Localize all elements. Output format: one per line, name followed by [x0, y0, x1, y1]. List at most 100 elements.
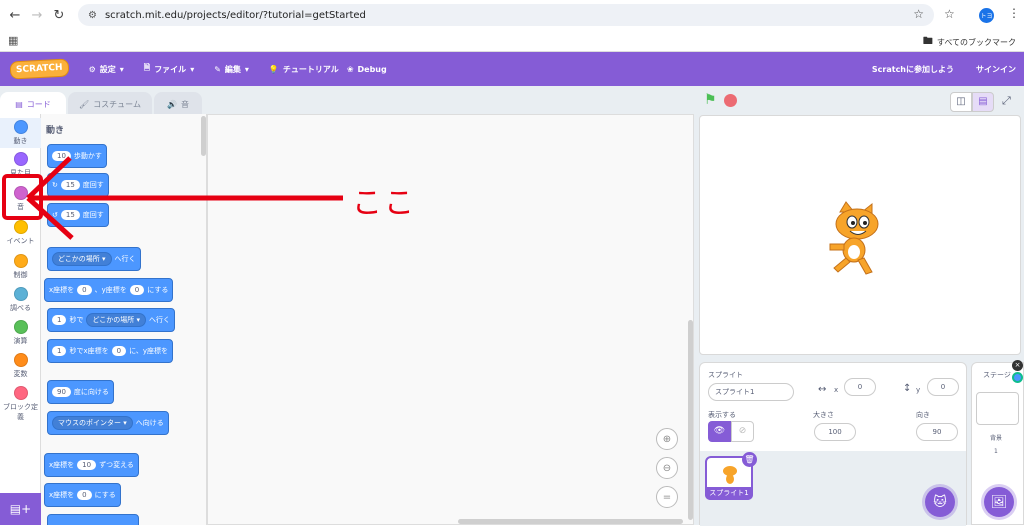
target-icon[interactable]	[1012, 372, 1023, 383]
bookmarks-star-icon[interactable]: ☆	[944, 7, 955, 21]
add-sprite-button[interactable]: 🐱	[925, 487, 955, 517]
block-text: x座標を	[49, 286, 75, 294]
tab-code[interactable]: ▤ コード	[0, 92, 66, 116]
browser-menu-icon[interactable]: ⋮	[1008, 6, 1020, 20]
fullscreen-icon[interactable]: ⤢	[1002, 94, 1011, 108]
y-input[interactable]: 0	[129, 285, 145, 295]
workspace-hscrollbar[interactable]	[458, 519, 683, 524]
x-input[interactable]: 0	[77, 285, 92, 295]
degrees-input[interactable]: 90	[52, 387, 71, 397]
number-input[interactable]: 15	[60, 180, 80, 190]
category-motion[interactable]: 動き	[0, 118, 41, 148]
seconds-input[interactable]: 1	[52, 346, 67, 356]
x-input[interactable]: 0	[111, 346, 127, 356]
number-input[interactable]: 10	[77, 460, 97, 470]
scratch-cat-sprite[interactable]	[822, 200, 892, 280]
number-input[interactable]: 0	[77, 490, 92, 500]
sprite-name-input[interactable]: スプライト1	[708, 383, 794, 401]
show-visible-button[interactable]: 👁	[708, 421, 731, 442]
tutorials-menu[interactable]: 💡 チュートリアル	[269, 64, 339, 75]
goto-block[interactable]: どこかの場所 ▾ へ行く	[47, 247, 141, 271]
trash-icon[interactable]: 🗑	[742, 452, 757, 467]
sprite-thumbnail[interactable]: スプライト1 🗑	[705, 452, 757, 500]
tab-code-label: コード	[26, 99, 51, 109]
folder-icon: 🖿	[922, 36, 933, 47]
category-sensing[interactable]: 調べる	[0, 287, 41, 313]
zoom-reset-button[interactable]: =	[656, 486, 678, 508]
size-input[interactable]: 100	[814, 423, 856, 441]
stage-canvas[interactable]	[699, 115, 1021, 355]
block-text: に、y座標を	[129, 347, 169, 355]
palette-scrollbar[interactable]	[201, 116, 206, 156]
join-scratch-link[interactable]: Scratchに参加しよう	[872, 64, 954, 75]
category-events[interactable]: イベント	[0, 220, 41, 246]
stop-icon[interactable]	[724, 94, 737, 107]
reload-icon[interactable]: ↻	[48, 4, 70, 26]
tab-sounds[interactable]: 🔊 音	[154, 92, 202, 116]
point-towards-block[interactable]: マウスのポインター ▾ へ向ける	[47, 411, 169, 435]
partial-block[interactable]	[47, 514, 139, 525]
stage-selector[interactable]: ステージ 背景 1 🖼	[971, 362, 1024, 525]
goto-xy-block[interactable]: x座標を 0 、y座標を 0 にする	[44, 278, 174, 302]
add-backdrop-button[interactable]: 🖼	[984, 487, 1014, 517]
code-workspace[interactable]: ⊕ ⊖ =	[207, 114, 694, 525]
category-control[interactable]: 制御	[0, 254, 41, 280]
category-menu: 動き 見た目 音 イベント 制御 調べる 演算 変数 ブロック定義 ▤+	[0, 114, 41, 525]
settings-menu[interactable]: ⚙ 設定 ▾	[89, 64, 124, 75]
bookmark-star-icon[interactable]: ☆	[913, 7, 924, 21]
zoom-out-button[interactable]: ⊖	[656, 457, 678, 479]
sign-in-link[interactable]: サインイン	[976, 64, 1016, 75]
scratch-logo[interactable]: SCRATCH	[9, 58, 69, 80]
point-direction-block[interactable]: 90 度に向ける	[47, 380, 114, 404]
chevron-down-icon: ▾	[190, 64, 195, 74]
category-my-blocks[interactable]: ブロック定義	[0, 386, 41, 422]
address-bar[interactable]: ⚙ scratch.mit.edu/projects/editor/?tutor…	[78, 4, 934, 26]
seconds-input[interactable]: 1	[52, 315, 67, 325]
normal-stage-button[interactable]: ▤	[972, 92, 994, 112]
cat-add-icon: 🐱	[933, 494, 947, 510]
glide-xy-block[interactable]: 1 秒でx座標を 0 に、y座標を	[47, 339, 174, 363]
target-dropdown[interactable]: どこかの場所 ▾	[52, 252, 112, 266]
glide-to-block[interactable]: 1 秒で どこかの場所 ▾ へ行く	[47, 308, 176, 332]
category-variables[interactable]: 変数	[0, 353, 41, 379]
small-stage-button[interactable]: ◫	[950, 92, 972, 112]
tab-costumes[interactable]: 🖌 コスチューム	[68, 92, 152, 116]
profile-avatar[interactable]: トヨ	[979, 8, 994, 23]
direction-input[interactable]: 90	[916, 423, 958, 441]
category-operators[interactable]: 演算	[0, 320, 41, 346]
file-icon: 🗎	[143, 63, 151, 72]
looks-dot	[13, 152, 28, 166]
all-bookmarks-link[interactable]: 🖿 すべてのブックマーク	[923, 34, 1016, 51]
dropdown-value: どこかの場所	[92, 316, 135, 324]
file-menu[interactable]: 🗎 ファイル ▾	[144, 62, 194, 76]
number-input[interactable]: 10	[52, 151, 71, 161]
set-x-block[interactable]: x座標を 0 にする	[44, 483, 121, 507]
number-input[interactable]: 15	[60, 210, 80, 220]
move-steps-block[interactable]: 10 歩動かす	[47, 144, 107, 168]
edit-menu[interactable]: ✎ 編集 ▾	[214, 64, 249, 75]
apps-grid-icon[interactable]: ▦	[8, 34, 18, 47]
backdrop-thumbnail[interactable]	[976, 392, 1019, 425]
category-sound[interactable]: 音	[0, 186, 41, 212]
workspace-vscrollbar[interactable]	[688, 320, 693, 520]
category-looks[interactable]: 見た目	[0, 152, 41, 178]
y-position-input[interactable]: 0	[927, 378, 959, 396]
x-position-input[interactable]: 0	[844, 378, 876, 396]
back-icon[interactable]: ←	[4, 4, 26, 26]
zoom-in-button[interactable]: ⊕	[656, 428, 678, 450]
forward-icon[interactable]: →	[26, 4, 48, 26]
green-flag-icon[interactable]: ⚑	[704, 92, 717, 108]
change-x-block[interactable]: x座標を 10 ずつ変える	[44, 453, 139, 477]
turn-right-block[interactable]: ↻ 15 度回す	[47, 173, 109, 197]
add-extension-button[interactable]: ▤+	[0, 493, 41, 525]
debug-menu[interactable]: ❀ Debug	[347, 65, 387, 74]
block-text: にする	[147, 286, 169, 294]
close-icon[interactable]: ×	[1012, 360, 1023, 371]
rotate-right-icon: ↻	[52, 181, 58, 189]
target-dropdown[interactable]: マウスのポインター ▾	[52, 416, 133, 430]
tab-costumes-label: コスチューム	[93, 99, 141, 109]
turn-left-block[interactable]: ↺ 15 度回す	[47, 203, 109, 227]
show-hidden-button[interactable]: ⊘	[731, 421, 754, 442]
target-dropdown[interactable]: どこかの場所 ▾	[86, 313, 147, 327]
site-info-icon[interactable]: ⚙	[88, 10, 97, 21]
